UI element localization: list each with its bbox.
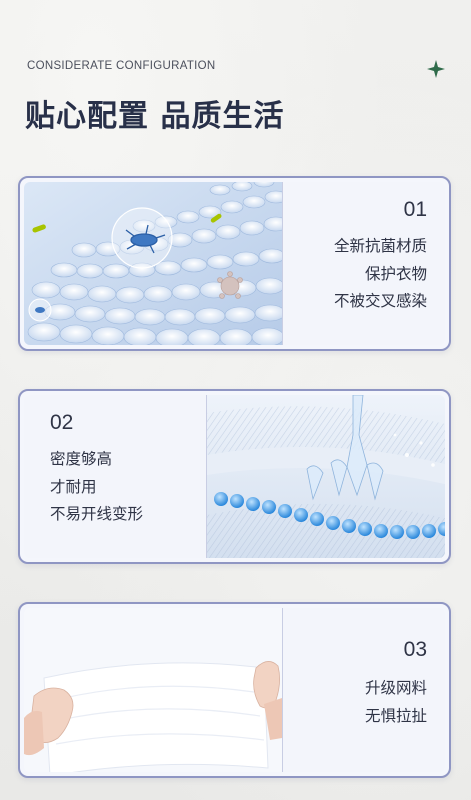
feature-number: 01 [403,198,427,221]
stretch-mesh-image [24,608,282,772]
feature-card-1: 01 全新抗菌材质 保护衣物 不被交叉感染 [18,176,451,351]
feature-line: 保护衣物 [364,265,427,283]
feature-line: 无惧拉扯 [364,707,427,725]
antibacterial-fabric-image [24,182,289,345]
feature-number: 02 [50,411,74,434]
feature-card-2: 02 密度够高 才耐用 不易开线变形 [18,389,451,564]
feature-line: 不易开线变形 [50,505,144,523]
feature-line: 不被交叉感染 [333,292,427,310]
feature-line: 升级网料 [364,679,427,697]
feature-text-2: 02 密度够高 才耐用 不易开线变形 [24,395,206,558]
feature-line: 密度够高 [50,450,113,468]
feature-text-1: 01 全新抗菌材质 保护衣物 不被交叉感染 [283,182,445,345]
sparkle-icon [427,60,445,78]
feature-card-3: 03 升级网料 无惧拉扯 [18,602,451,778]
section-eyebrow: CONSIDERATE CONFIGURATION [27,60,216,72]
feature-line: 才耐用 [50,478,97,496]
page-title: 贴心配置 品质生活 [25,99,285,134]
feature-text-3: 03 升级网料 无惧拉扯 [283,608,445,772]
feature-number: 03 [403,638,427,661]
feature-line: 全新抗菌材质 [333,237,427,255]
high-density-mesh-image [207,395,445,558]
